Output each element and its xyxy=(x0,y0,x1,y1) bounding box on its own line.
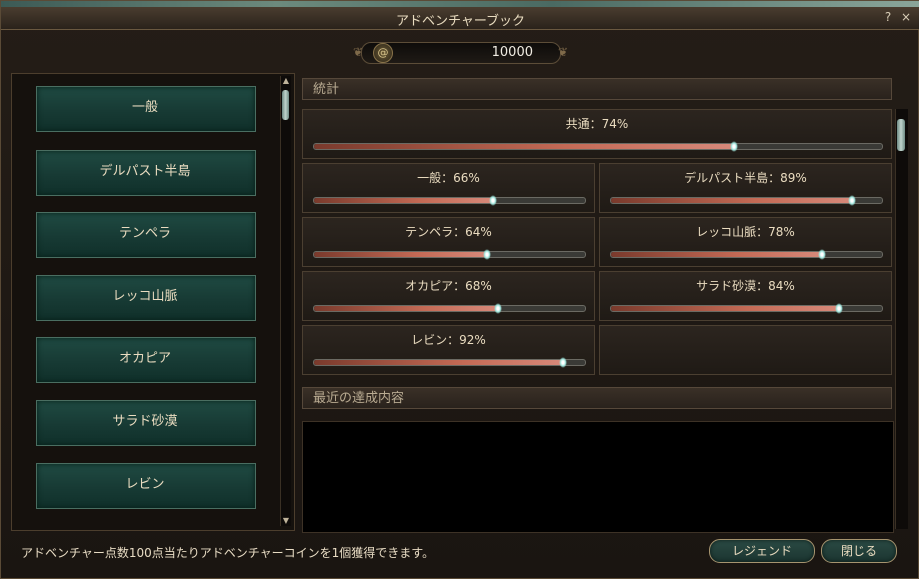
stat-general: 一般：66% xyxy=(302,163,595,213)
scroll-thumb[interactable] xyxy=(897,119,905,151)
stat-label: オカピア：68% xyxy=(405,279,492,293)
adventure-book-window: アドベンチャーブック ? × ❦ @ 10000 ❦ 一般 デルパスト半島 テン… xyxy=(0,0,919,579)
progress-fill xyxy=(314,360,564,365)
category-label: 一般 xyxy=(131,100,158,115)
category-item-salad-desert[interactable]: サラド砂漠 xyxy=(18,394,272,448)
adventure-coin-display: ❦ @ 10000 ❦ xyxy=(353,39,568,65)
progress-track xyxy=(610,249,883,260)
ornament-right-icon: ❦ xyxy=(558,45,569,59)
stat-tempera: テンペラ：64% xyxy=(302,217,595,267)
stat-label: レビン：92% xyxy=(411,333,486,347)
category-scrollbar[interactable]: ▲ ▼ xyxy=(280,76,291,526)
progress-spark-icon xyxy=(559,357,568,368)
progress-track xyxy=(313,195,586,206)
close-icon[interactable]: × xyxy=(899,10,913,24)
progress-spark-icon xyxy=(730,141,739,152)
stat-label: レッコ山脈：78% xyxy=(696,225,795,239)
stat-label: サラド砂漠：84% xyxy=(696,279,795,293)
scroll-up-icon[interactable]: ▲ xyxy=(281,76,291,86)
category-label: レビン xyxy=(125,477,165,492)
progress-track xyxy=(313,303,586,314)
category-item-levin[interactable]: レビン xyxy=(18,457,272,511)
progress-fill xyxy=(611,306,839,311)
progress-spark-icon xyxy=(488,195,497,206)
stat-levin: レビン：92% xyxy=(302,325,595,375)
stat-label: テンペラ：64% xyxy=(405,225,492,239)
coin-value: 10000 xyxy=(491,45,533,60)
category-item-delpast[interactable]: デルパスト半島 xyxy=(18,144,272,198)
progress-fill xyxy=(314,198,493,203)
category-item-tempera[interactable]: テンペラ xyxy=(18,206,272,260)
category-label: レッコ山脈 xyxy=(112,289,178,304)
category-label: サラド砂漠 xyxy=(112,414,178,429)
progress-track xyxy=(610,303,883,314)
progress-spark-icon xyxy=(848,195,857,206)
progress-spark-icon xyxy=(818,249,827,260)
progress-fill xyxy=(611,198,853,203)
progress-spark-icon xyxy=(494,303,503,314)
legend-button[interactable]: レジェンド xyxy=(709,539,815,563)
progress-track xyxy=(313,141,883,152)
progress-fill xyxy=(314,306,499,311)
stat-okapia: オカピア：68% xyxy=(302,271,595,321)
category-label: オカピア xyxy=(118,351,171,366)
progress-fill xyxy=(314,252,488,257)
progress-spark-icon xyxy=(483,249,492,260)
progress-track xyxy=(313,357,586,368)
category-item-okapia[interactable]: オカピア xyxy=(18,331,272,385)
progress-track xyxy=(610,195,883,206)
stat-label: 共通：74% xyxy=(565,117,629,131)
stat-salad-desert: サラド砂漠：84% xyxy=(599,271,892,321)
stat-recco: レッコ山脈：78% xyxy=(599,217,892,267)
progress-track xyxy=(313,249,586,260)
stat-overall: 共通：74% xyxy=(302,109,892,159)
recent-header: 最近の達成内容 xyxy=(302,387,892,409)
close-button[interactable]: 閉じる xyxy=(821,539,897,563)
title-bar[interactable]: アドベンチャーブック ? × xyxy=(1,7,919,30)
footer-info-text: アドベンチャー点数100点当たりアドベンチャーコインを1個獲得できます。 xyxy=(21,546,435,560)
statistics-header: 統計 xyxy=(302,78,892,100)
stat-label: 一般：66% xyxy=(417,171,480,185)
progress-fill xyxy=(611,252,823,257)
statistics-scrollbar[interactable] xyxy=(895,109,908,529)
stat-delpast: デルパスト半島：89% xyxy=(599,163,892,213)
help-button[interactable]: ? xyxy=(881,10,895,24)
stat-label: デルパスト半島：89% xyxy=(684,171,807,185)
progress-fill xyxy=(314,144,735,149)
recent-achievements-list xyxy=(302,421,894,533)
category-item-recco[interactable]: レッコ山脈 xyxy=(18,269,272,323)
category-label: デルパスト半島 xyxy=(99,164,191,179)
scroll-thumb[interactable] xyxy=(282,90,289,120)
progress-spark-icon xyxy=(834,303,843,314)
window-title: アドベンチャーブック xyxy=(395,14,526,29)
category-label: テンペラ xyxy=(118,226,171,241)
coin-icon: @ xyxy=(373,43,393,63)
category-list: 一般 デルパスト半島 テンペラ レッコ山脈 オカピア サラド砂漠 レビン ▲ ▼ xyxy=(11,73,295,531)
scroll-down-icon[interactable]: ▼ xyxy=(281,516,291,526)
category-item-general[interactable]: 一般 xyxy=(18,80,272,134)
stat-empty-slot xyxy=(599,325,892,375)
